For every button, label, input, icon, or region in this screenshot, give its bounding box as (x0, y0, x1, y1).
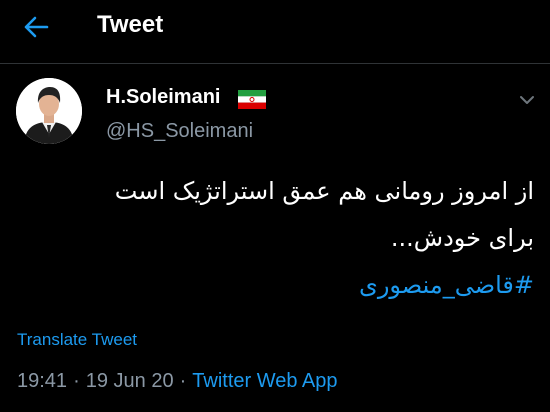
tweet-text-line: برای خودش... (390, 224, 534, 252)
avatar[interactable] (16, 78, 82, 144)
tweet-text-line: از امروز رومانی هم عمق استراتژیک است (114, 177, 534, 205)
header-divider (0, 63, 550, 64)
user-handle[interactable]: @HS_Soleimani (106, 120, 253, 143)
display-name[interactable]: H.Soleimani (106, 86, 220, 109)
tweet-metadata: 19:41 · 19 Jun 20 · Twitter Web App (17, 370, 338, 393)
tweet-time: 19:41 (17, 370, 68, 392)
back-button[interactable] (20, 12, 52, 42)
page-title: Tweet (97, 11, 164, 38)
tweet-source-link[interactable]: Twitter Web App (192, 370, 337, 392)
iran-flag-icon (238, 90, 266, 109)
hashtag-link[interactable]: #قاضی_منصوری (24, 262, 534, 309)
tweet-date: 19 Jun 20 (85, 370, 174, 392)
user-avatar-image (16, 78, 82, 144)
more-options-button[interactable] (516, 90, 538, 110)
chevron-down-icon (520, 96, 534, 104)
separator-dot: · (73, 370, 80, 392)
translate-tweet-link[interactable]: Translate Tweet (17, 330, 137, 350)
separator-dot: · (179, 370, 187, 392)
top-bar: Tweet (0, 0, 550, 54)
arrow-left-icon (24, 16, 49, 38)
tweet-text: از امروز رومانی هم عمق استراتژیک است برا… (24, 168, 534, 309)
